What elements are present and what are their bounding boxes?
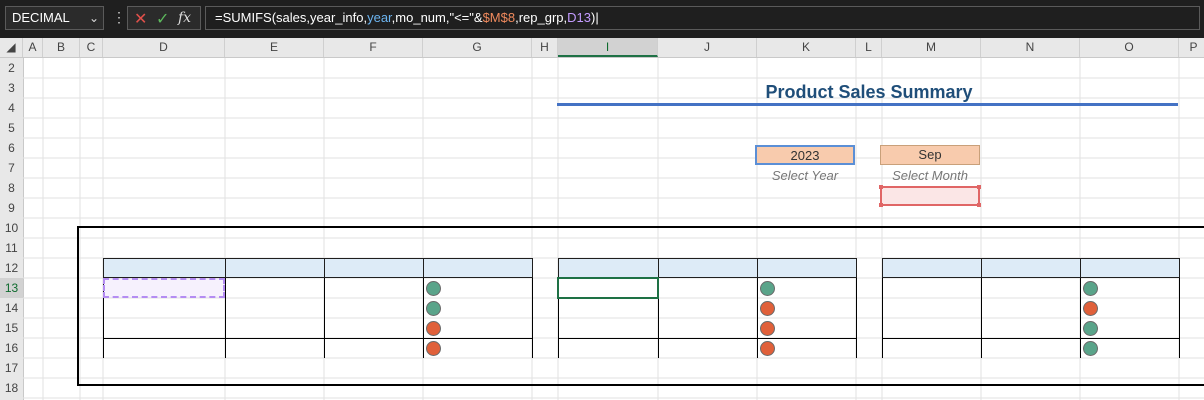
column-divider	[423, 278, 424, 358]
status-dot-icon	[1083, 341, 1098, 356]
column-label-2-1	[981, 258, 1081, 278]
row-header-12[interactable]: 12	[0, 258, 23, 278]
column-divider	[1080, 278, 1081, 358]
row-header-5[interactable]: 5	[0, 118, 23, 138]
formula-part: D13	[567, 10, 591, 25]
formula-part: year	[367, 10, 392, 25]
column-divider	[882, 278, 883, 358]
row-header-13[interactable]: 13	[0, 278, 23, 298]
row-header-9[interactable]: 9	[0, 198, 23, 218]
row-header-14[interactable]: 14	[0, 298, 23, 318]
status-dot-icon	[1083, 281, 1098, 296]
formula-bar: DECIMAL ⌄ ⋮ ✕ ✓ fx =SUMIFS(sales,year_in…	[0, 0, 1204, 36]
row-header-16[interactable]: 16	[0, 338, 23, 358]
cancel-icon[interactable]: ✕	[134, 9, 147, 29]
insert-function-icon[interactable]: fx	[178, 10, 191, 26]
column-divider	[981, 278, 982, 358]
status-dot-icon	[760, 281, 775, 296]
column-label-0-2	[423, 258, 533, 278]
select-all-corner[interactable]: ◢	[0, 38, 23, 57]
status-dot-icon	[1083, 321, 1098, 336]
formula-part: ,rep_grp,	[515, 10, 568, 25]
summary-table-frame	[77, 226, 1204, 386]
active-cell-border	[557, 277, 659, 299]
column-header-h[interactable]: H	[532, 38, 558, 57]
column-header-n[interactable]: N	[981, 38, 1080, 57]
total-rule	[882, 338, 1179, 339]
column-header-o[interactable]: O	[1080, 38, 1179, 57]
column-header-j[interactable]: J	[658, 38, 757, 57]
status-dot-icon	[760, 341, 775, 356]
column-header-b[interactable]: B	[43, 38, 80, 57]
row-header-4[interactable]: 4	[0, 98, 23, 118]
status-dot-icon	[760, 321, 775, 336]
column-divider	[757, 278, 758, 358]
worksheet-grid[interactable]: ◢ ABCDEFGHIJKLMNOP 2 3 4 5 6 7 8 9 10 11 12 13 14 15 1…	[0, 38, 1204, 400]
year-hint: Select Year	[771, 168, 839, 183]
text-cursor: |	[595, 10, 599, 25]
column-label-1-1	[658, 258, 758, 278]
column-header-c[interactable]: C	[80, 38, 103, 57]
column-label-2-2	[1080, 258, 1180, 278]
formula-part: $M$8	[482, 10, 516, 25]
status-dot-icon	[760, 301, 775, 316]
column-label-0-0	[225, 258, 325, 278]
status-dot-icon	[426, 281, 441, 296]
row-headers: 2 3 4 5 6 7 8 9 10 11 12 13 14 15 16 17 18	[0, 58, 24, 400]
row-header-10[interactable]: 10	[0, 218, 23, 238]
column-divider	[532, 278, 533, 358]
row-header-7[interactable]: 7	[0, 158, 23, 178]
column-header-a[interactable]: A	[23, 38, 43, 57]
reference-highlight-d13	[103, 278, 225, 298]
group-header	[103, 258, 226, 278]
formula-input[interactable]: =SUMIFS(sales,year_info,year,mo_num,"<="…	[205, 6, 1200, 30]
name-box-value: DECIMAL	[12, 10, 70, 25]
status-dot-icon	[426, 301, 441, 316]
status-dot-icon	[426, 341, 441, 356]
row-header-11[interactable]: 11	[0, 238, 23, 258]
row-header-8[interactable]: 8	[0, 178, 23, 198]
column-label-0-1	[324, 258, 424, 278]
column-header-k[interactable]: K	[757, 38, 856, 57]
column-label-2-0	[882, 258, 982, 278]
formula-part: ,mo_num,"<="&	[391, 10, 483, 25]
formula-part: =SUMIFS(sales,year_info,	[215, 10, 368, 25]
row-header-18[interactable]: 18	[0, 378, 23, 398]
column-divider	[856, 278, 857, 358]
status-dot-icon	[426, 321, 441, 336]
month-hint: Select Month	[892, 168, 968, 183]
status-dot-icon	[1083, 301, 1098, 316]
formula-actions: ✕ ✓ fx	[127, 6, 201, 30]
column-header-i[interactable]: I	[558, 38, 658, 57]
column-divider	[225, 278, 226, 358]
row-header-2[interactable]: 2	[0, 58, 23, 78]
column-header-g[interactable]: G	[423, 38, 532, 57]
total-rule	[558, 338, 856, 339]
row-header-6[interactable]: 6	[0, 138, 23, 158]
row-header-3[interactable]: 3	[0, 78, 23, 98]
row-header-15[interactable]: 15	[0, 318, 23, 338]
column-header-m[interactable]: M	[882, 38, 981, 57]
sheet-title: Product Sales Summary	[765, 82, 973, 102]
column-label-1-0	[558, 258, 659, 278]
column-header-p[interactable]: P	[1179, 38, 1204, 57]
total-rule	[103, 338, 532, 339]
row-header-17[interactable]: 17	[0, 358, 23, 378]
column-divider	[1179, 278, 1180, 358]
year-input[interactable]: 2023	[755, 145, 855, 165]
more-options-icon[interactable]: ⋮	[112, 9, 126, 26]
column-header-d[interactable]: D	[103, 38, 225, 57]
column-header-l[interactable]: L	[856, 38, 882, 57]
column-header-e[interactable]: E	[225, 38, 324, 57]
month-number-reference-cell[interactable]	[879, 185, 981, 207]
title-underline	[557, 103, 1178, 106]
name-box[interactable]: DECIMAL ⌄	[5, 6, 104, 30]
column-headers: ◢ ABCDEFGHIJKLMNOP	[0, 38, 1204, 58]
column-header-f[interactable]: F	[324, 38, 423, 57]
column-divider	[324, 278, 325, 358]
column-label-1-2	[757, 258, 857, 278]
month-input[interactable]: Sep	[880, 145, 980, 165]
chevron-down-icon[interactable]: ⌄	[89, 7, 99, 29]
enter-icon[interactable]: ✓	[156, 9, 169, 29]
